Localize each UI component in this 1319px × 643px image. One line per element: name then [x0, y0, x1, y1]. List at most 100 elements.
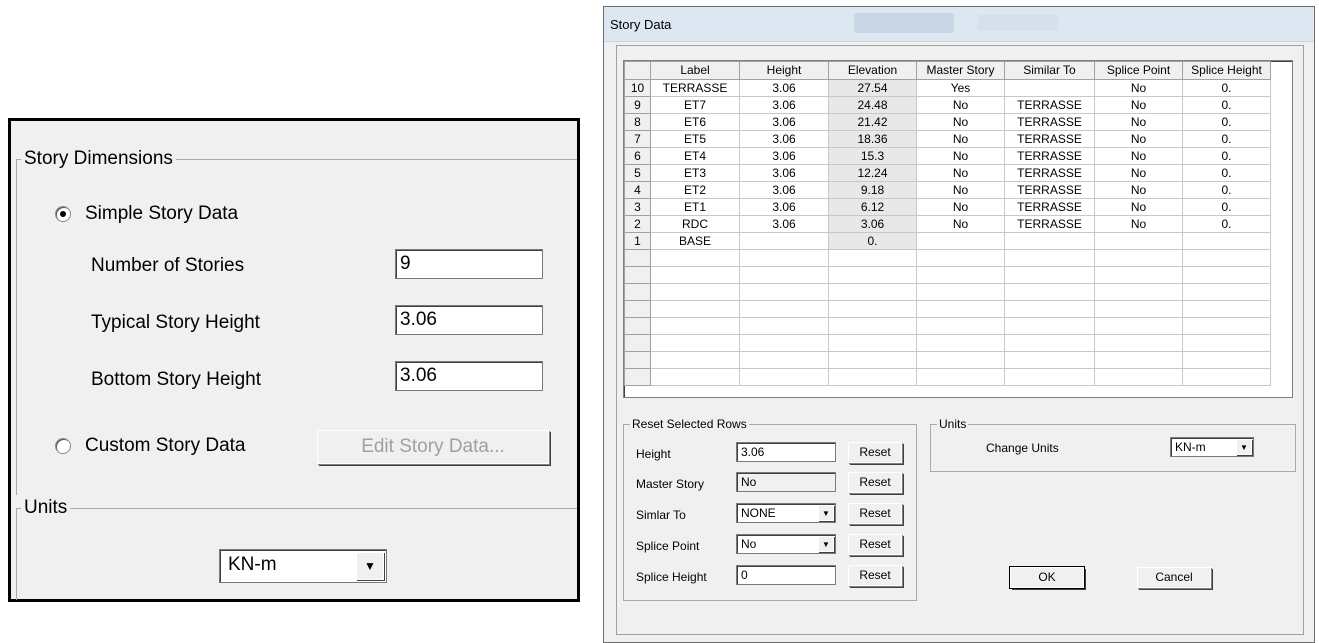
column-header[interactable]: Splice Height	[1182, 61, 1271, 80]
table-cell[interactable]: 24.48	[828, 96, 917, 114]
empty-table-row[interactable]	[624, 317, 1271, 335]
edit-story-data-button[interactable]: Edit Story Data...	[317, 430, 549, 464]
reset-master-story-button[interactable]: Reset	[848, 472, 902, 493]
empty-table-row[interactable]	[624, 283, 1271, 301]
table-cell[interactable]	[739, 232, 829, 250]
table-cell[interactable]	[916, 266, 1005, 284]
table-cell[interactable]	[1094, 283, 1183, 301]
table-cell[interactable]: 0.	[1182, 198, 1271, 216]
table-cell[interactable]: ET6	[650, 113, 740, 131]
chevron-down-icon[interactable]: ▼	[1236, 439, 1252, 455]
empty-table-row[interactable]	[624, 249, 1271, 267]
table-cell[interactable]: 3.06	[739, 164, 829, 182]
table-cell[interactable]: 0.	[1182, 79, 1271, 97]
chevron-down-icon[interactable]: ▼	[818, 505, 834, 521]
column-header[interactable]	[624, 61, 651, 80]
chevron-down-icon[interactable]: ▼	[356, 552, 384, 580]
table-cell[interactable]: 0.	[1182, 96, 1271, 114]
table-cell[interactable]: 0.	[1182, 147, 1271, 165]
table-cell[interactable]: 18.36	[828, 130, 917, 148]
table-cell[interactable]: ET5	[650, 130, 740, 148]
table-cell[interactable]: 3.06	[739, 215, 829, 233]
reset-splice-point-button[interactable]: Reset	[848, 534, 902, 555]
column-header[interactable]: Splice Point	[1094, 61, 1183, 80]
table-row[interactable]: 2 RDC 3.06 3.06 No TERRASSE No 0.	[624, 215, 1271, 233]
simple-story-option[interactable]: Simple Story Data	[55, 203, 238, 225]
table-cell[interactable]: 3.06	[739, 113, 829, 131]
table-cell[interactable]: No	[916, 164, 1005, 182]
table-cell[interactable]: 3.06	[739, 130, 829, 148]
simple-story-radio[interactable]	[55, 206, 71, 222]
table-cell[interactable]	[739, 368, 829, 386]
table-cell[interactable]: 0.	[1182, 130, 1271, 148]
table-cell[interactable]: TERRASSE	[1004, 164, 1095, 182]
table-cell[interactable]: TERRASSE	[1004, 198, 1095, 216]
table-cell[interactable]: 15.3	[828, 147, 917, 165]
table-row[interactable]: 3 ET1 3.06 6.12 No TERRASSE No 0.	[624, 198, 1271, 216]
custom-story-option[interactable]: Custom Story Data	[55, 435, 246, 457]
table-cell[interactable]: 3.06	[828, 215, 917, 233]
table-cell[interactable]	[1182, 351, 1271, 369]
table-cell[interactable]: TERRASSE	[1004, 113, 1095, 131]
table-cell[interactable]	[1004, 232, 1095, 250]
table-cell[interactable]: BASE	[650, 232, 740, 250]
table-cell[interactable]	[739, 334, 829, 352]
table-cell[interactable]	[828, 334, 917, 352]
table-cell[interactable]: TERRASSE	[1004, 130, 1095, 148]
table-cell[interactable]: TERRASSE	[1004, 181, 1095, 199]
empty-table-row[interactable]	[624, 351, 1271, 369]
table-cell[interactable]: No	[1094, 96, 1183, 114]
table-cell[interactable]: No	[1094, 215, 1183, 233]
table-cell[interactable]	[916, 283, 1005, 301]
table-cell[interactable]	[1004, 283, 1095, 301]
table-cell[interactable]	[650, 317, 740, 335]
column-header[interactable]: Height	[739, 61, 829, 80]
table-cell[interactable]: No	[916, 181, 1005, 199]
table-row[interactable]: 6 ET4 3.06 15.3 No TERRASSE No 0.	[624, 147, 1271, 165]
table-cell[interactable]	[828, 351, 917, 369]
table-cell[interactable]	[916, 351, 1005, 369]
table-cell[interactable]: 0.	[1182, 181, 1271, 199]
table-cell[interactable]	[739, 300, 829, 318]
table-cell[interactable]	[650, 249, 740, 267]
table-cell[interactable]	[650, 283, 740, 301]
table-cell[interactable]: 21.42	[828, 113, 917, 131]
table-cell[interactable]	[1094, 334, 1183, 352]
change-units-select[interactable]: KN-m ▼	[1170, 437, 1254, 457]
empty-table-row[interactable]	[624, 334, 1271, 352]
table-row[interactable]: 7 ET5 3.06 18.36 No TERRASSE No 0.	[624, 130, 1271, 148]
table-cell[interactable]	[916, 300, 1005, 318]
table-cell[interactable]: TERRASSE	[650, 79, 740, 97]
story-table[interactable]: Label Height Elevation Master Story Similar …	[623, 60, 1293, 398]
reset-similar-to-select[interactable]: NONE ▼	[736, 503, 836, 523]
table-cell[interactable]	[1182, 283, 1271, 301]
table-cell[interactable]: 0.	[1182, 215, 1271, 233]
table-cell[interactable]	[1004, 351, 1095, 369]
table-cell[interactable]	[1182, 232, 1271, 250]
table-cell[interactable]	[1004, 368, 1095, 386]
table-cell[interactable]	[650, 351, 740, 369]
table-cell[interactable]: No	[1094, 181, 1183, 199]
table-cell[interactable]: 3.06	[739, 198, 829, 216]
table-cell[interactable]	[1094, 351, 1183, 369]
table-cell[interactable]: No	[1094, 198, 1183, 216]
table-cell[interactable]: ET1	[650, 198, 740, 216]
table-cell[interactable]: No	[916, 113, 1005, 131]
table-cell[interactable]: 9.18	[828, 181, 917, 199]
table-cell[interactable]: TERRASSE	[1004, 96, 1095, 114]
table-cell[interactable]	[916, 249, 1005, 267]
table-cell[interactable]	[828, 300, 917, 318]
table-cell[interactable]: ET3	[650, 164, 740, 182]
table-row[interactable]: 1 BASE 0.	[624, 232, 1271, 250]
table-cell[interactable]: 3.06	[739, 147, 829, 165]
table-cell[interactable]	[1004, 317, 1095, 335]
table-cell[interactable]: 0.	[828, 232, 917, 250]
column-header[interactable]: Label	[650, 61, 740, 80]
table-cell[interactable]: No	[1094, 113, 1183, 131]
table-cell[interactable]	[1004, 79, 1095, 97]
units-select[interactable]: KN-m ▼	[219, 549, 387, 583]
ok-button[interactable]: OK	[1009, 566, 1085, 589]
reset-master-story-input[interactable]: No	[736, 472, 836, 492]
table-cell[interactable]: No	[916, 130, 1005, 148]
table-cell[interactable]	[1004, 266, 1095, 284]
